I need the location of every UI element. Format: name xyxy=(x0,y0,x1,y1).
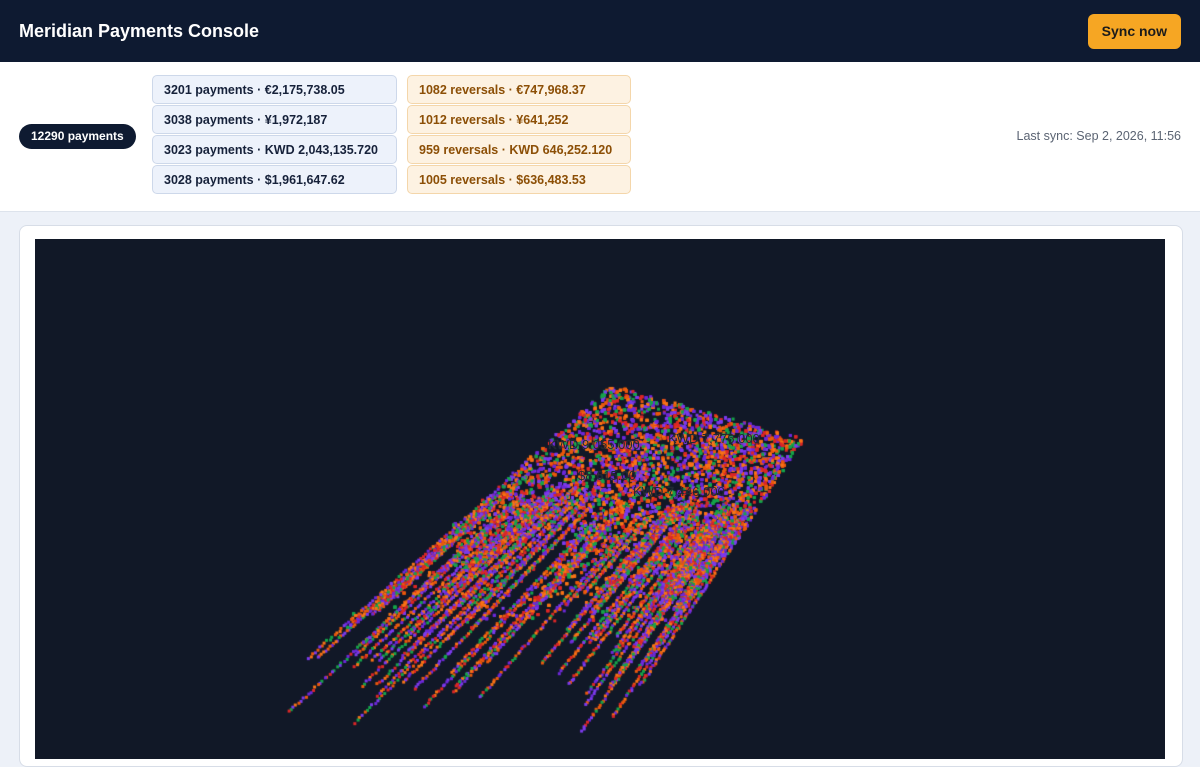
total-payments-badge: 12290 payments xyxy=(19,124,136,149)
payment-summary-chip-jpy: 3038 payments · ¥1,972,187 xyxy=(152,105,397,134)
payment-summary-chip-eur: 3201 payments · €2,175,738.05 xyxy=(152,75,397,104)
app-title: Meridian Payments Console xyxy=(19,20,260,41)
reversal-summary-chip-usd: 1005 reversals · $636,483.53 xyxy=(407,165,631,194)
amount-label: KWD 7,776.000 xyxy=(668,431,760,446)
reversal-summary-chip-eur: 1082 reversals · €747,968.37 xyxy=(407,75,631,104)
amount-label: $8,615.00 xyxy=(578,468,636,483)
payments-by-currency: 3201 payments · €2,175,738.05 3038 payme… xyxy=(152,75,397,194)
payments-point-cloud[interactable] xyxy=(35,239,1165,759)
reversal-summary-chip-jpy: 1012 reversals · ¥641,252 xyxy=(407,105,631,134)
top-bar: Meridian Payments Console Sync now xyxy=(0,0,1200,62)
reversals-by-currency: 1082 reversals · €747,968.37 1012 revers… xyxy=(407,75,631,194)
reversal-summary-chip-kwd: 959 reversals · KWD 646,252.120 xyxy=(407,135,631,164)
summary-panel: 12290 payments 3201 payments · €2,175,73… xyxy=(0,62,1200,212)
amount-label: KWD 7,446.000 xyxy=(633,484,725,499)
last-sync-timestamp: Last sync: Sep 2, 2026, 11:56 xyxy=(1016,129,1181,143)
payment-summary-chip-usd: 3028 payments · $1,961,647.62 xyxy=(152,165,397,194)
payments-3d-visualization[interactable]: KWD 9,055.000 KWD 7,776.000 $8,615.00 KW… xyxy=(35,239,1165,759)
sync-now-button[interactable]: Sync now xyxy=(1087,13,1181,49)
payment-summary-chip-kwd: 3023 payments · KWD 2,043,135.720 xyxy=(152,135,397,164)
amount-label: KWD 9,055.000 xyxy=(548,437,640,452)
